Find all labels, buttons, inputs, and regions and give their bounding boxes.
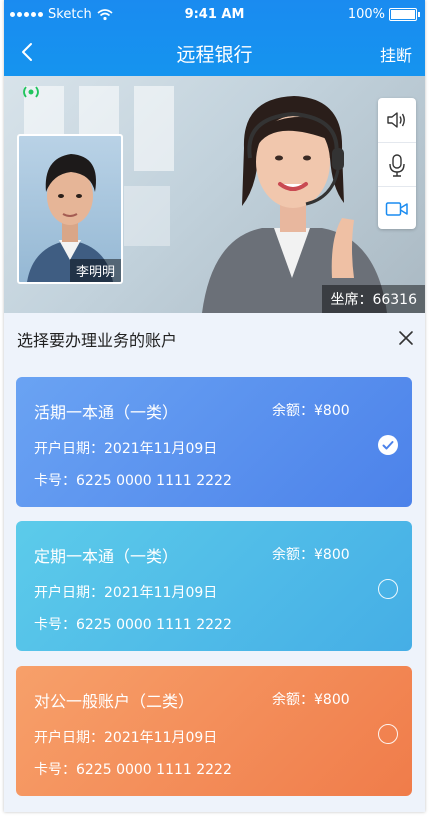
signal-icon — [23, 86, 39, 98]
account-open-date: 开户日期：2021年11月09日 — [34, 730, 218, 746]
header: Sketch 9:41 AM 100% 远程银行 挂断 — [4, 0, 425, 76]
account-open-date: 开户日期：2021年11月09日 — [34, 585, 218, 601]
nav-bar: 远程银行 挂断 — [4, 30, 425, 76]
microphone-icon — [389, 153, 405, 177]
account-radio[interactable] — [378, 579, 398, 599]
call-controls — [378, 98, 416, 229]
account-balance: 余额：¥800 — [272, 547, 350, 563]
battery-icon — [389, 8, 420, 21]
phone-frame: Sketch 9:41 AM 100% 远程银行 挂断 李明明 坐席：66316… — [4, 0, 425, 812]
account-card[interactable]: 对公一般账户（二类） 余额：¥800 开户日期：2021年11月09日 卡号：6… — [16, 666, 412, 796]
hangup-button[interactable]: 挂断 — [380, 42, 412, 66]
account-open-date: 开户日期：2021年11月09日 — [34, 441, 218, 457]
speaker-icon — [387, 111, 405, 128]
seat-label: 坐席：66316 — [322, 285, 425, 313]
microphone-button[interactable] — [378, 142, 416, 186]
account-card-number: 卡号：6225 0000 1111 2222 — [34, 617, 232, 633]
account-name: 活期一本通（一类） — [34, 403, 179, 422]
check-icon — [382, 441, 394, 450]
close-icon[interactable] — [398, 330, 414, 346]
panel-title: 选择要办理业务的账户 — [17, 331, 178, 350]
battery-percent: 100% — [347, 7, 385, 22]
account-card-number: 卡号：6225 0000 1111 2222 — [34, 762, 232, 778]
camera-icon — [385, 201, 408, 216]
account-name: 定期一本通（一类） — [34, 547, 179, 566]
video-call-area: 李明明 坐席：66316 — [4, 76, 425, 313]
page-title: 远程银行 — [176, 44, 253, 66]
account-card[interactable]: 定期一本通（一类） 余额：¥800 开户日期：2021年11月09日 卡号：62… — [16, 521, 412, 651]
account-panel: 选择要办理业务的账户 活期一本通（一类） 余额：¥800 开户日期：2021年1… — [4, 313, 425, 812]
account-card-number: 卡号：6225 0000 1111 2222 — [34, 473, 232, 489]
background-window — [124, 186, 170, 246]
self-name-label: 李明明 — [69, 259, 121, 282]
self-video-thumbnail[interactable]: 李明明 — [17, 134, 123, 284]
account-radio-selected[interactable] — [378, 435, 398, 455]
camera-button[interactable] — [378, 186, 416, 230]
account-radio[interactable] — [378, 724, 398, 744]
account-card[interactable]: 活期一本通（一类） 余额：¥800 开户日期：2021年11月09日 卡号：62… — [16, 377, 412, 507]
account-name: 对公一般账户（二类） — [34, 692, 195, 711]
agent-video — [202, 96, 387, 313]
account-balance: 余额：¥800 — [272, 692, 350, 708]
background-window — [134, 86, 174, 171]
speaker-button[interactable] — [378, 98, 416, 141]
battery-group: 100% — [347, 7, 420, 22]
account-balance: 余额：¥800 — [272, 403, 350, 419]
status-bar: Sketch 9:41 AM 100% — [4, 0, 425, 30]
